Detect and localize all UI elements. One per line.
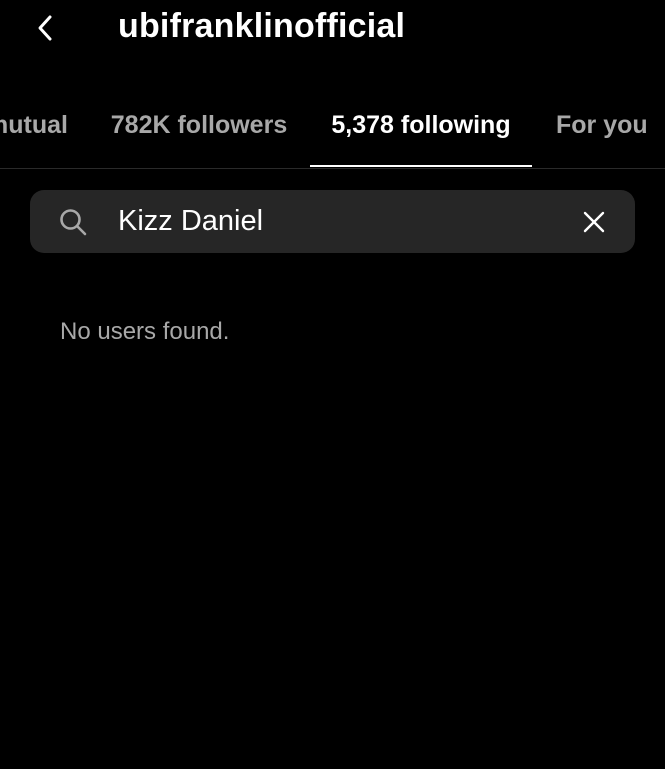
tab-followers[interactable]: 782K followers — [100, 94, 298, 168]
tab-mutual-label: mutual — [0, 111, 68, 139]
active-tab-indicator — [310, 165, 532, 167]
chevron-left-icon — [38, 15, 52, 41]
tab-following-label: 5,378 following — [331, 111, 511, 139]
tab-mutual[interactable]: mutual — [0, 94, 86, 168]
search-bar[interactable] — [30, 190, 635, 253]
back-button[interactable] — [28, 8, 62, 48]
profile-username: ubifranklinofficial — [118, 7, 406, 45]
tab-followers-label: 782K followers — [110, 111, 288, 139]
clear-search-button[interactable] — [578, 206, 610, 238]
search-icon — [60, 209, 87, 236]
search-input[interactable] — [118, 190, 558, 253]
follow-tabs: mutual 782K followers 5,378 following Fo… — [0, 94, 665, 169]
top-bar: ubifranklinofficial — [0, 0, 665, 62]
no-results-message: No users found. — [60, 318, 230, 345]
tab-for-you-label: For you — [556, 111, 648, 139]
tab-for-you[interactable]: For you — [545, 94, 665, 168]
tab-following[interactable]: 5,378 following — [310, 94, 532, 168]
close-icon — [583, 211, 605, 233]
